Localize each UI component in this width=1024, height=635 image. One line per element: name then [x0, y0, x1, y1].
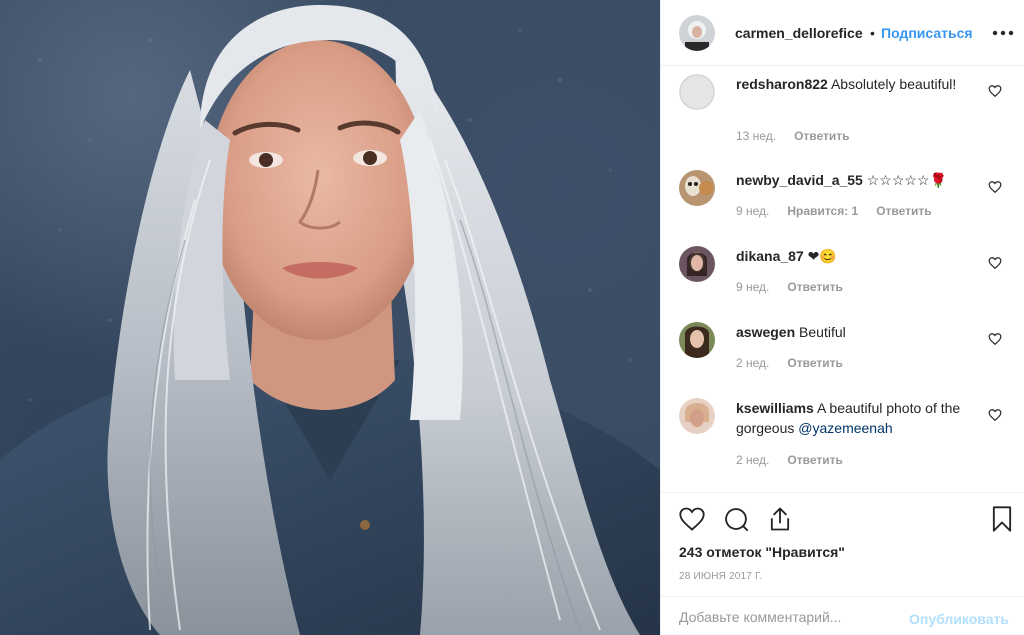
comment-time[interactable]: 13 нед. — [736, 129, 776, 143]
comment-text: redsharon822 Absolutely beautiful! — [736, 74, 976, 94]
comment-meta: 2 нед. Ответить — [736, 453, 861, 467]
comment-item: dikana_87 ❤😊 9 нед. Ответить — [661, 239, 1024, 299]
comment-body: Beutiful — [799, 324, 846, 340]
bookmark-icon[interactable] — [988, 505, 1016, 533]
post-photo[interactable] — [0, 0, 660, 635]
comment-meta: 2 нед. Ответить — [736, 356, 861, 370]
reply-button[interactable]: Ответить — [876, 204, 931, 218]
comment-item: redsharon822 Absolutely beautiful! 13 не… — [661, 67, 1024, 147]
like-comment-heart-icon[interactable] — [988, 256, 1002, 270]
reply-button[interactable]: Ответить — [787, 280, 842, 294]
comment-meta: 9 нед. Ответить — [736, 280, 861, 294]
comment-body: ❤😊 — [807, 248, 837, 264]
like-comment-heart-icon[interactable] — [988, 332, 1002, 346]
reply-button[interactable]: Ответить — [787, 453, 842, 467]
comment-likes[interactable]: Нравится: 1 — [787, 204, 858, 218]
comment-username[interactable]: redsharon822 — [736, 76, 828, 92]
comment-text: ksewilliams A beautiful photo of the gor… — [736, 398, 976, 438]
follow-button[interactable]: Подписаться — [881, 25, 973, 41]
separator-dot: • — [870, 25, 875, 41]
comment-username[interactable]: newby_david_a_55 — [736, 172, 863, 188]
commenter-avatar[interactable] — [679, 398, 715, 434]
comment-mention-link[interactable]: @yazemeenah — [798, 420, 892, 436]
commenter-avatar[interactable] — [679, 322, 715, 358]
comment-username[interactable]: ksewilliams — [736, 400, 814, 416]
commenter-avatar[interactable] — [679, 246, 715, 282]
post-date[interactable]: 28 ИЮНЯ 2017 Г. — [679, 571, 762, 582]
commenter-avatar[interactable] — [679, 74, 715, 110]
portrait-illustration — [0, 5, 660, 635]
comment-text: aswegen Beutiful — [736, 322, 976, 342]
commenter-avatar[interactable] — [679, 170, 715, 206]
comment-item: ksewilliams A beautiful photo of the gor… — [661, 391, 1024, 481]
comment-meta: 9 нед. Нравится: 1 Ответить — [736, 204, 950, 218]
likes-count[interactable]: 243 отметок "Нравится" — [679, 544, 845, 560]
comment-time[interactable]: 9 нед. — [736, 280, 769, 294]
like-comment-heart-icon[interactable] — [988, 408, 1002, 422]
reply-button[interactable]: Ответить — [794, 129, 849, 143]
comments-list[interactable]: redsharon822 Absolutely beautiful! 13 не… — [661, 67, 1024, 492]
comment-text: dikana_87 ❤😊 — [736, 246, 976, 266]
post-header: carmen_dellorefice • Подписаться — [661, 0, 1024, 66]
comment-text: newby_david_a_55 ☆☆☆☆☆🌹 — [736, 170, 976, 190]
reply-button[interactable]: Ответить — [787, 356, 842, 370]
comment-item: aswegen Beutiful 2 нед. Ответить — [661, 315, 1024, 375]
like-comment-heart-icon[interactable] — [988, 180, 1002, 194]
author-username[interactable]: carmen_dellorefice — [735, 25, 863, 41]
comment-time[interactable]: 2 нед. — [736, 453, 769, 467]
more-dots-icon[interactable] — [991, 26, 1015, 40]
share-upload-icon[interactable] — [766, 505, 794, 533]
comment-time[interactable]: 2 нед. — [736, 356, 769, 370]
comment-body: Absolutely beautiful! — [830, 76, 957, 92]
comment-meta: 13 нед. Ответить — [736, 129, 868, 143]
comment-item: newby_david_a_55 ☆☆☆☆☆🌹 9 нед. Нравится:… — [661, 163, 1024, 223]
publish-button[interactable]: Опубликовать — [909, 611, 1009, 627]
add-comment-bar: Опубликовать — [661, 596, 1024, 635]
comment-time[interactable]: 9 нед. — [736, 204, 769, 218]
comment-body: ☆☆☆☆☆🌹 — [866, 172, 947, 188]
comment-username[interactable]: dikana_87 — [736, 248, 804, 264]
comment-bubble-icon[interactable] — [722, 505, 750, 533]
post-side-panel: carmen_dellorefice • Подписаться redshar… — [660, 0, 1024, 635]
like-heart-icon[interactable] — [678, 505, 706, 533]
comment-username[interactable]: aswegen — [736, 324, 795, 340]
like-comment-heart-icon[interactable] — [988, 84, 1002, 98]
author-avatar[interactable] — [679, 15, 715, 51]
comment-input[interactable] — [679, 609, 879, 625]
